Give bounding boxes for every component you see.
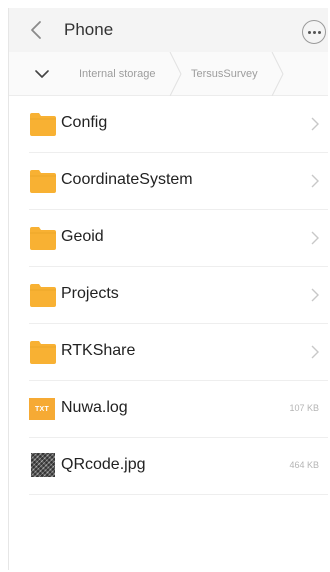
chevron-down-icon (35, 69, 49, 78)
list-item-geoid[interactable]: Geoid (9, 210, 328, 267)
chevron-right-icon (311, 288, 319, 302)
file-name: RTKShare (61, 342, 136, 359)
chevron-right-icon (311, 117, 319, 131)
file-manager-screen: Phone Internal storage TersusSurvey Conf… (8, 8, 328, 570)
folder-icon (30, 113, 56, 136)
breadcrumb-toggle-button[interactable] (32, 66, 52, 82)
file-size: 464 KB (289, 460, 319, 470)
list-item-qrcode-jpg[interactable]: QRcode.jpg 464 KB (9, 438, 328, 495)
file-name: Config (61, 114, 108, 131)
more-options-button[interactable] (302, 20, 326, 44)
file-name: Geoid (61, 228, 104, 245)
more-dot (317, 30, 321, 34)
breadcrumb-separator-icon (271, 52, 284, 96)
chevron-right-icon (311, 174, 319, 188)
breadcrumb: Internal storage TersusSurvey (9, 52, 328, 96)
more-dot (312, 30, 316, 34)
more-dots-icon (307, 30, 311, 34)
list-item-config[interactable]: Config (9, 96, 328, 153)
breadcrumb-tersussurvey[interactable]: TersusSurvey (191, 52, 258, 96)
back-button[interactable] (25, 19, 47, 41)
list-item-coordinatesystem[interactable]: CoordinateSystem (9, 153, 328, 210)
file-size: 107 KB (289, 403, 319, 413)
txt-file-icon: TXT (29, 398, 55, 420)
file-name: Nuwa.log (61, 399, 128, 416)
list-item-projects[interactable]: Projects (9, 267, 328, 324)
list-item-nuwa-log[interactable]: TXT Nuwa.log 107 KB (9, 381, 328, 438)
folder-icon (30, 170, 56, 193)
page-title: Phone (64, 20, 114, 39)
chevron-right-icon (311, 345, 319, 359)
folder-icon (30, 284, 56, 307)
divider (29, 494, 328, 495)
image-thumbnail-icon (31, 453, 55, 477)
folder-icon (30, 227, 56, 250)
file-name: CoordinateSystem (61, 171, 193, 188)
breadcrumb-separator-icon (169, 52, 182, 96)
file-name: QRcode.jpg (61, 456, 146, 473)
chevron-left-icon (31, 21, 41, 39)
breadcrumb-internal-storage[interactable]: Internal storage (79, 52, 155, 96)
list-item-rtkshare[interactable]: RTKShare (9, 324, 328, 381)
title-bar: Phone (9, 8, 328, 52)
folder-icon (30, 341, 56, 364)
chevron-right-icon (311, 231, 319, 245)
file-name: Projects (61, 285, 119, 302)
